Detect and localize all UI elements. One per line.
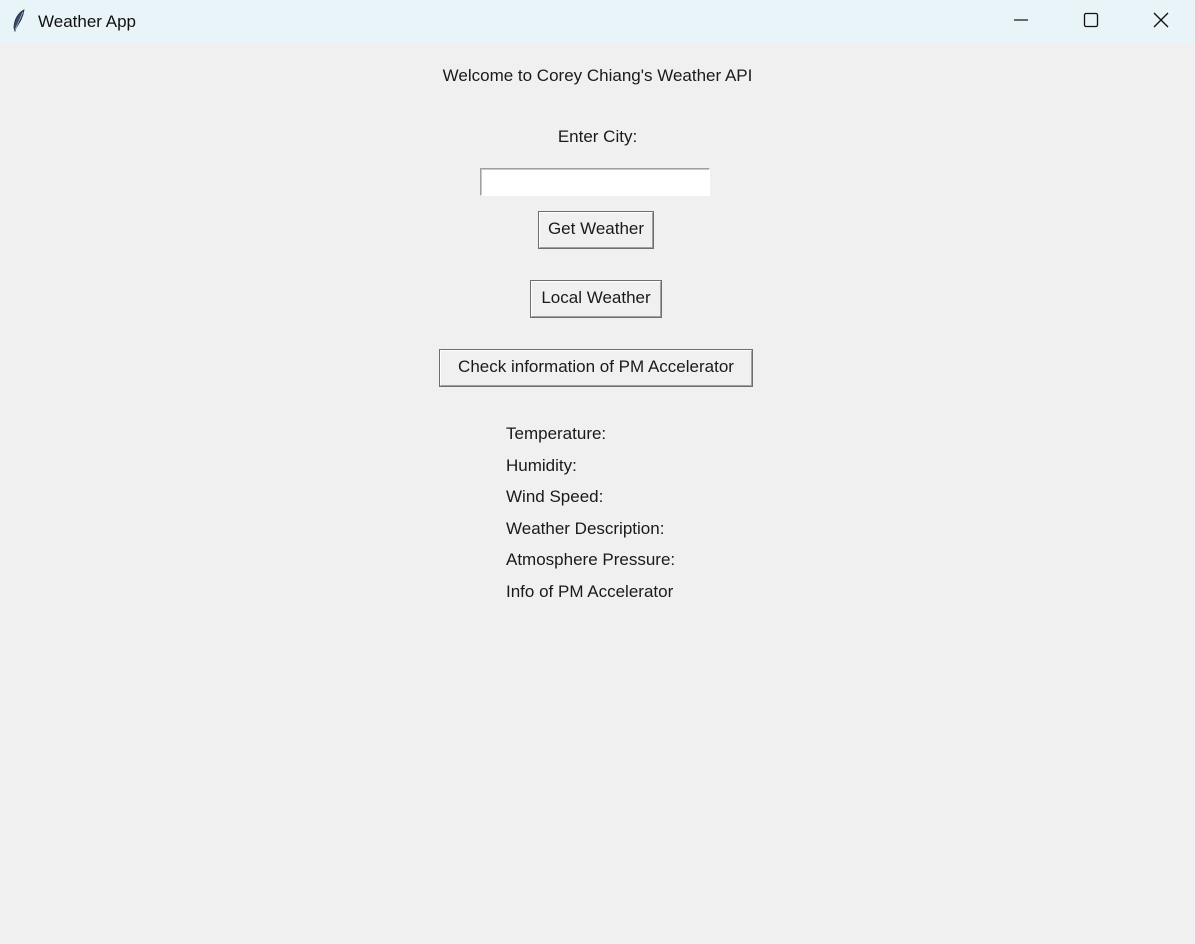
- welcome-heading: Welcome to Corey Chiang's Weather API: [442, 66, 753, 85]
- local-weather-button[interactable]: Local Weather: [530, 280, 662, 318]
- main-content: Welcome to Corey Chiang's Weather API En…: [0, 44, 1195, 944]
- minimize-icon: [1013, 12, 1029, 33]
- title-bar[interactable]: Weather App: [0, 0, 1195, 44]
- pm-accelerator-button[interactable]: Check information of PM Accelerator: [439, 349, 753, 387]
- get-weather-button[interactable]: Get Weather: [538, 211, 654, 249]
- close-icon: [1152, 11, 1170, 34]
- atmosphere-pressure-label: Atmosphere Pressure:: [506, 550, 676, 569]
- app-window: Weather App Welcome to Corey Chiang's We…: [0, 0, 1195, 944]
- close-button[interactable]: [1126, 0, 1195, 44]
- pm-info-label: Info of PM Accelerator: [506, 582, 674, 601]
- city-label: Enter City:: [557, 127, 638, 146]
- feather-icon: [11, 9, 27, 33]
- temperature-label: Temperature:: [506, 424, 607, 443]
- wind-speed-label: Wind Speed:: [506, 487, 604, 506]
- weather-description-label: Weather Description:: [506, 519, 665, 538]
- window-title: Weather App: [38, 12, 136, 31]
- humidity-label: Humidity:: [506, 456, 577, 475]
- city-input[interactable]: [480, 168, 710, 196]
- maximize-button[interactable]: [1056, 0, 1126, 44]
- maximize-icon: [1083, 12, 1099, 33]
- minimize-button[interactable]: [986, 0, 1056, 44]
